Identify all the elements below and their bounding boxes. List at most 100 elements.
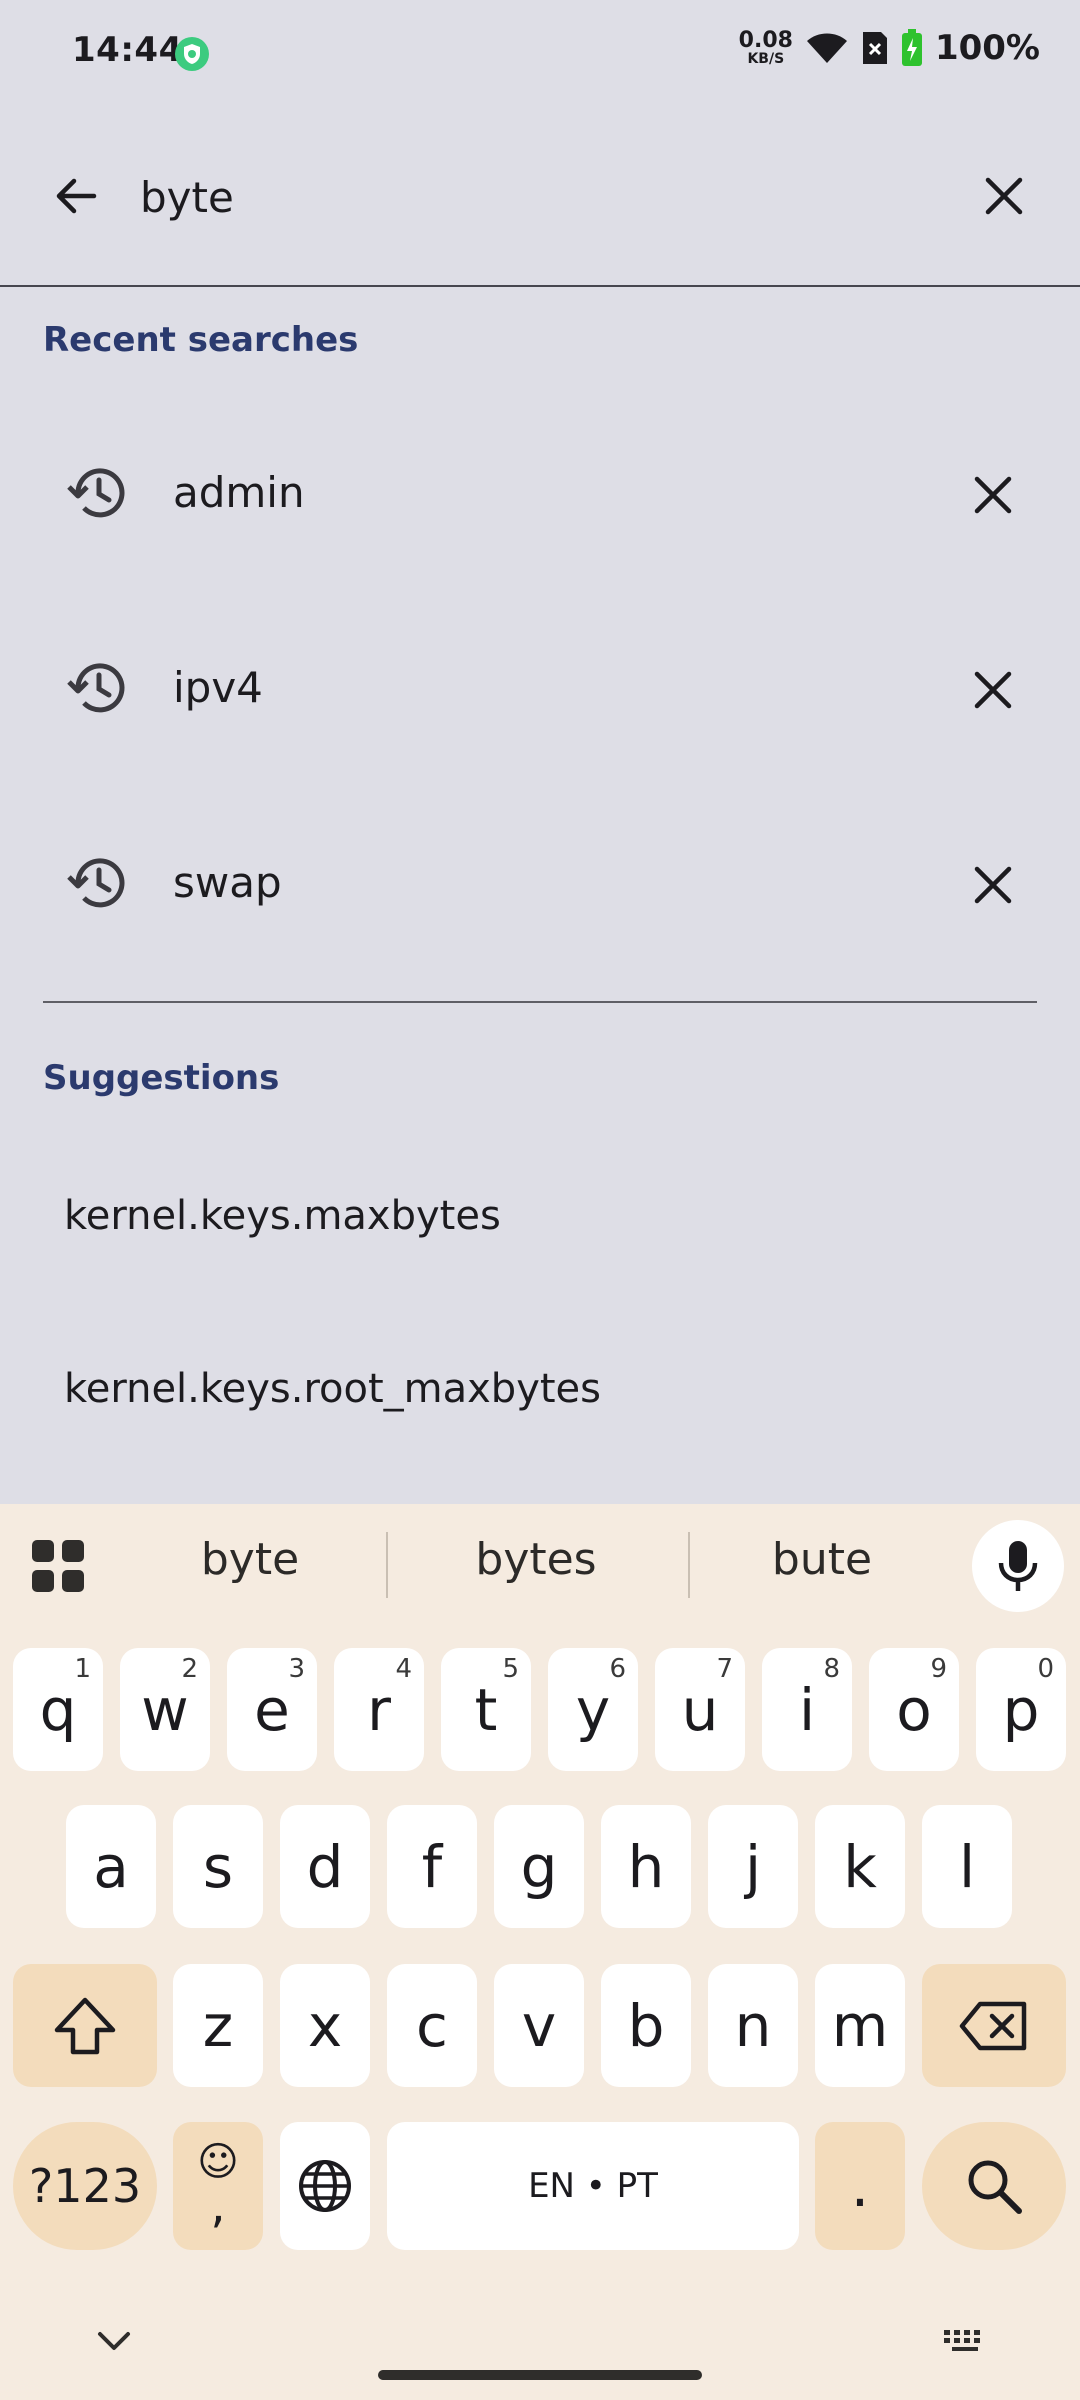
recent-search-label: admin (173, 468, 305, 517)
recent-search-label: swap (173, 858, 282, 907)
suggestion-label: kernel.keys.maxbytes (64, 1193, 501, 1239)
key-label: y (575, 1675, 611, 1744)
recent-search-item[interactable]: admin (0, 418, 1080, 568)
arrow-back-icon (56, 178, 97, 214)
history-icon (64, 460, 130, 526)
language-key[interactable] (280, 2122, 370, 2250)
keyboard-switch-button[interactable] (942, 2328, 988, 2354)
close-icon (974, 476, 1012, 514)
keyboard-icon (944, 2330, 980, 2351)
keyboard-suggestion[interactable]: bute (702, 1534, 942, 1585)
key-d[interactable]: d (280, 1805, 370, 1928)
key-label: r (367, 1675, 391, 1744)
suggestion-separator (386, 1532, 388, 1598)
keyboard-suggestion[interactable]: byte (130, 1534, 370, 1585)
search-divider (0, 285, 1080, 287)
search-bar (0, 110, 1080, 286)
backspace-key[interactable] (922, 1964, 1066, 2087)
key-g[interactable]: g (494, 1805, 584, 1928)
status-bar: 14:44 0.08 KB/S 100% (0, 0, 1080, 110)
remove-recent-button[interactable] (958, 655, 1028, 725)
period-key[interactable]: . (815, 2122, 905, 2250)
key-t[interactable]: t5 (441, 1648, 531, 1771)
remove-recent-button[interactable] (958, 460, 1028, 530)
key-e[interactable]: e3 (227, 1648, 317, 1771)
key-label: p (1002, 1675, 1040, 1744)
status-time: 14:44 (72, 30, 183, 70)
key-label: t (474, 1675, 498, 1744)
key-h[interactable]: h (601, 1805, 691, 1928)
key-k[interactable]: k (815, 1805, 905, 1928)
remove-recent-button[interactable] (958, 850, 1028, 920)
suggestion-item[interactable]: kernel.keys.maxbytes (0, 1143, 1080, 1293)
key-z[interactable]: z (173, 1964, 263, 2087)
space-key[interactable]: EN • PT (387, 2122, 799, 2250)
key-l[interactable]: l (922, 1805, 1012, 1928)
sim-icon (861, 30, 889, 66)
search-input[interactable] (140, 162, 940, 232)
voice-input-button[interactable] (972, 1520, 1064, 1612)
history-icon (64, 850, 130, 916)
key-label: q (39, 1675, 77, 1744)
key-hint: 1 (74, 1654, 91, 1684)
key-a[interactable]: a (66, 1805, 156, 1928)
battery-percent: 100% (934, 28, 1040, 68)
key-y[interactable]: y6 (548, 1648, 638, 1771)
net-speed-unit: KB/S (747, 51, 785, 67)
home-indicator[interactable] (378, 2370, 702, 2380)
key-hint: 2 (181, 1654, 198, 1684)
key-m[interactable]: m (815, 1964, 905, 2087)
key-n[interactable]: n (708, 1964, 798, 2087)
key-c[interactable]: c (387, 1964, 477, 2087)
key-label: i (798, 1675, 816, 1744)
emoji-comma-key[interactable]: ☺ , (173, 2122, 263, 2250)
suggestion-label: kernel.keys.root_maxbytes (64, 1366, 601, 1412)
history-icon (64, 655, 130, 721)
status-right: 0.08 KB/S 100% (739, 28, 1040, 68)
key-hint: 8 (823, 1654, 840, 1684)
key-b[interactable]: b (601, 1964, 691, 2087)
key-x[interactable]: x (280, 1964, 370, 2087)
clear-search-button[interactable] (968, 160, 1040, 232)
hide-keyboard-button[interactable] (96, 2330, 132, 2352)
apps-grid-icon[interactable] (30, 1538, 86, 1594)
key-label: u (681, 1675, 719, 1744)
keyboard-suggestion[interactable]: bytes (416, 1534, 656, 1585)
key-u[interactable]: u7 (655, 1648, 745, 1771)
section-divider (43, 1001, 1037, 1003)
symbols-key[interactable]: ?123 (13, 2122, 157, 2250)
key-s[interactable]: s (173, 1805, 263, 1928)
key-hint: 0 (1037, 1654, 1054, 1684)
back-button[interactable] (40, 160, 112, 232)
recent-searches-title: Recent searches (43, 320, 359, 360)
comma-label: , (210, 2178, 226, 2234)
suggestion-separator (688, 1532, 690, 1598)
key-w[interactable]: w2 (120, 1648, 210, 1771)
recent-search-item[interactable]: ipv4 (0, 613, 1080, 763)
key-r[interactable]: r4 (334, 1648, 424, 1771)
suggestion-item[interactable]: kernel.keys.root_maxbytes (0, 1316, 1080, 1466)
net-speed-value: 0.08 (738, 28, 793, 53)
close-icon (985, 177, 1023, 215)
key-p[interactable]: p0 (976, 1648, 1066, 1771)
suggestions-title: Suggestions (43, 1058, 280, 1098)
key-hint: 3 (288, 1654, 305, 1684)
vpn-shield-icon (174, 36, 210, 72)
key-q[interactable]: q1 (13, 1648, 103, 1771)
key-o[interactable]: o9 (869, 1648, 959, 1771)
key-hint: 5 (502, 1654, 519, 1684)
key-f[interactable]: f (387, 1805, 477, 1928)
search-icon (968, 2160, 1022, 2214)
key-label: e (254, 1675, 290, 1744)
net-speed: 0.08 KB/S (738, 28, 793, 67)
key-j[interactable]: j (708, 1805, 798, 1928)
shift-key[interactable] (13, 1964, 157, 2087)
key-i[interactable]: i8 (762, 1648, 852, 1771)
keyboard: byte bytes bute (0, 1504, 1080, 2400)
recent-search-label: ipv4 (173, 663, 263, 712)
recent-search-item[interactable]: swap (0, 808, 1080, 958)
search-action-key[interactable] (922, 2122, 1066, 2250)
key-v[interactable]: v (494, 1964, 584, 2087)
key-hint: 9 (930, 1654, 947, 1684)
key-label: o (896, 1675, 932, 1744)
